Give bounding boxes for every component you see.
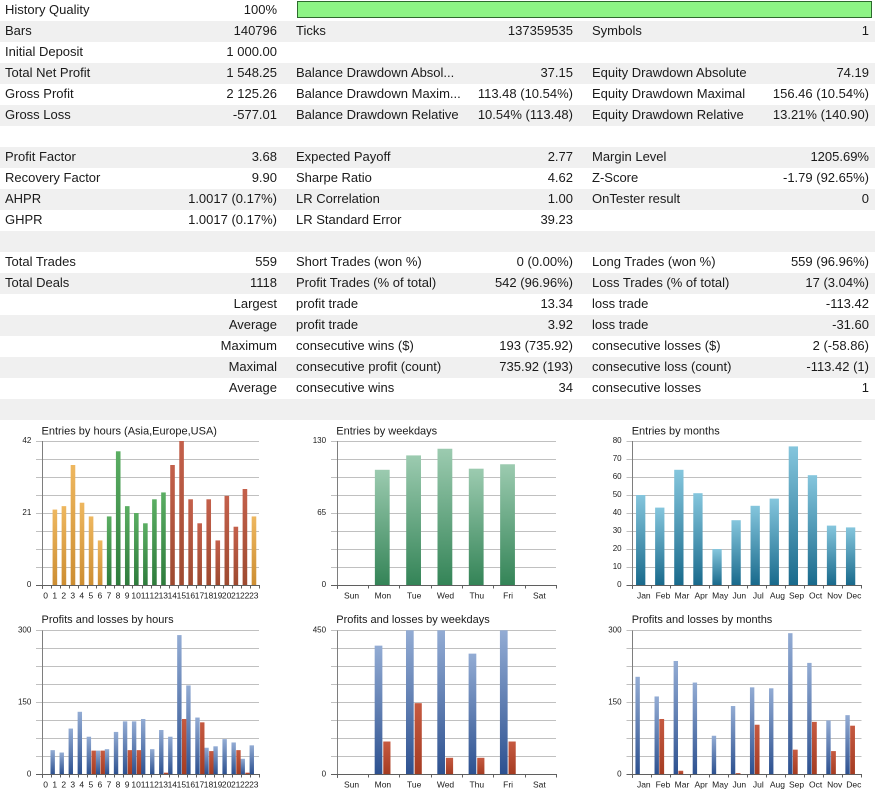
svg-text:Fri: Fri <box>503 591 513 601</box>
svg-text:0: 0 <box>43 591 48 601</box>
svg-text:4: 4 <box>79 591 84 601</box>
svg-text:Nov: Nov <box>827 591 843 601</box>
svg-text:7: 7 <box>107 780 112 790</box>
svg-text:Sep: Sep <box>789 780 804 790</box>
svg-text:3: 3 <box>70 591 75 601</box>
svg-text:Wed: Wed <box>437 780 455 790</box>
svg-text:Thu: Thu <box>469 780 484 790</box>
svg-text:2: 2 <box>61 591 66 601</box>
svg-text:150: 150 <box>18 697 32 706</box>
svg-text:Entries by months: Entries by months <box>632 425 721 437</box>
svg-text:70: 70 <box>613 454 622 463</box>
svg-text:50: 50 <box>613 490 622 499</box>
svg-text:2: 2 <box>61 780 66 790</box>
svg-text:0: 0 <box>322 580 327 589</box>
svg-text:Dec: Dec <box>846 591 862 601</box>
svg-text:Jan: Jan <box>637 780 651 790</box>
svg-text:Jun: Jun <box>732 591 746 601</box>
svg-text:Jun: Jun <box>732 780 746 790</box>
svg-text:0: 0 <box>322 769 327 778</box>
svg-text:Aug: Aug <box>770 591 785 601</box>
svg-text:23: 23 <box>249 780 259 790</box>
svg-text:Wed: Wed <box>437 591 455 601</box>
svg-text:Profits and losses by months: Profits and losses by months <box>632 614 773 626</box>
svg-text:Sat: Sat <box>533 591 546 601</box>
svg-text:Dec: Dec <box>846 780 862 790</box>
svg-text:Feb: Feb <box>656 591 671 601</box>
svg-text:Sep: Sep <box>789 591 804 601</box>
svg-text:Mar: Mar <box>675 780 690 790</box>
svg-text:6: 6 <box>98 780 103 790</box>
svg-text:Sun: Sun <box>344 780 359 790</box>
svg-text:Jul: Jul <box>753 591 764 601</box>
svg-text:8: 8 <box>116 780 121 790</box>
svg-text:Sat: Sat <box>533 780 546 790</box>
svg-text:Tue: Tue <box>407 591 422 601</box>
svg-text:Jan: Jan <box>637 591 651 601</box>
svg-text:30: 30 <box>613 526 622 535</box>
svg-text:May: May <box>712 591 729 601</box>
svg-text:20: 20 <box>613 544 622 553</box>
svg-text:Entries by hours (Asia,Europe,: Entries by hours (Asia,Europe,USA) <box>42 425 217 437</box>
svg-text:450: 450 <box>313 626 327 635</box>
svg-text:300: 300 <box>18 626 32 635</box>
svg-text:1: 1 <box>52 591 57 601</box>
svg-text:0: 0 <box>27 769 32 778</box>
svg-text:10: 10 <box>131 780 141 790</box>
svg-text:10: 10 <box>613 562 622 571</box>
svg-text:Thu: Thu <box>469 591 484 601</box>
svg-text:5: 5 <box>89 591 94 601</box>
svg-text:4: 4 <box>79 780 84 790</box>
svg-text:10: 10 <box>131 591 141 601</box>
svg-text:42: 42 <box>22 436 31 445</box>
svg-text:0: 0 <box>617 580 622 589</box>
svg-text:3: 3 <box>70 780 75 790</box>
svg-text:130: 130 <box>313 436 327 445</box>
svg-text:0: 0 <box>27 580 32 589</box>
svg-text:8: 8 <box>116 591 121 601</box>
svg-text:5: 5 <box>89 780 94 790</box>
svg-text:Sun: Sun <box>344 591 359 601</box>
svg-text:Feb: Feb <box>656 780 671 790</box>
svg-text:Mon: Mon <box>375 591 392 601</box>
svg-text:7: 7 <box>107 591 112 601</box>
svg-text:Mon: Mon <box>375 780 392 790</box>
svg-text:0: 0 <box>617 769 622 778</box>
svg-text:65: 65 <box>317 508 326 517</box>
svg-text:May: May <box>712 780 729 790</box>
svg-text:9: 9 <box>125 780 130 790</box>
svg-text:Apr: Apr <box>694 591 707 601</box>
svg-text:Entries by weekdays: Entries by weekdays <box>336 425 437 437</box>
svg-text:21: 21 <box>22 508 31 517</box>
svg-text:Tue: Tue <box>407 780 422 790</box>
svg-text:80: 80 <box>613 436 622 445</box>
svg-text:23: 23 <box>249 591 259 601</box>
svg-text:300: 300 <box>608 626 622 635</box>
svg-text:Nov: Nov <box>827 780 843 790</box>
svg-text:Aug: Aug <box>770 780 785 790</box>
svg-text:150: 150 <box>608 697 622 706</box>
svg-text:40: 40 <box>613 508 622 517</box>
svg-text:0: 0 <box>43 780 48 790</box>
svg-text:6: 6 <box>98 591 103 601</box>
svg-text:Jul: Jul <box>753 780 764 790</box>
svg-text:1: 1 <box>52 780 57 790</box>
svg-text:Apr: Apr <box>694 780 707 790</box>
svg-text:9: 9 <box>125 591 130 601</box>
svg-text:60: 60 <box>613 472 622 481</box>
svg-text:Profits and losses by weekdays: Profits and losses by weekdays <box>336 614 490 626</box>
svg-text:Oct: Oct <box>809 780 823 790</box>
svg-text:Fri: Fri <box>503 780 513 790</box>
svg-text:Oct: Oct <box>809 591 823 601</box>
svg-text:Profits and losses by hours: Profits and losses by hours <box>42 614 175 626</box>
svg-text:Mar: Mar <box>675 591 690 601</box>
